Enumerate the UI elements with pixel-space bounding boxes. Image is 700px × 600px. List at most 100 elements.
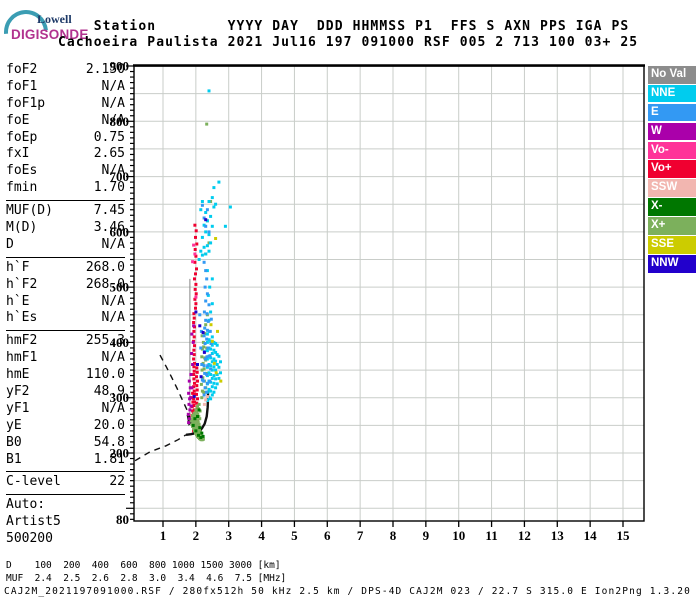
echo-point-nne: [204, 211, 208, 214]
echo-point-vo+: [193, 344, 196, 348]
echo-point-nne: [204, 252, 208, 256]
echo-point-vo+: [194, 282, 198, 286]
echo-point-sse: [219, 379, 223, 383]
echo-point-e: [198, 313, 202, 317]
echo-point-nne: [209, 347, 213, 351]
parameter-label: C-level: [6, 474, 61, 490]
echo-point-sse: [214, 371, 218, 375]
parameter-row-hf2: h`F2 268.0: [6, 277, 125, 294]
parameter-label: h`F2: [6, 276, 38, 292]
parameter-label: D: [6, 236, 14, 252]
echo-point-e: [203, 342, 207, 345]
x-tick-label: 2: [193, 528, 200, 543]
echo-point-x-: [193, 417, 197, 421]
parameter-row-fof2: foF2 2.150: [6, 62, 125, 79]
parameter-label: foF2: [6, 62, 38, 77]
station-header: Station YYYY DAY DDD HHMMSS P1 FFS S AXN…: [58, 19, 638, 50]
echo-point-x+: [202, 367, 206, 371]
echo-point-w: [191, 363, 195, 366]
echo-point-x+: [202, 345, 206, 349]
x-tick-label: 3: [225, 528, 232, 543]
echo-point-nne: [208, 285, 212, 289]
echo-point-vo+: [192, 373, 196, 376]
echo-point-e: [205, 373, 209, 376]
parameter-row-hmf2: hmF2 255.3: [6, 333, 125, 350]
echo-point-nne: [212, 381, 216, 385]
legend-item-x-: X-: [648, 198, 696, 216]
station-header-columns: Station YYYY DAY DDD HHMMSS P1 FFS S AXN…: [58, 19, 630, 34]
ionogram-plot: 900800700600500400300200801 2 3 4 5 6 7 8 9 10 11 1…: [110, 59, 645, 543]
echo-point-x-: [200, 431, 204, 435]
parameter-row-hf: h`F 268.0: [6, 260, 125, 277]
section-divider: [6, 471, 125, 473]
echo-point-e: [208, 379, 212, 383]
echo-point-x+: [201, 437, 205, 441]
muf-row: MUF 2.4 2.5 2.6 2.8 3.0 3.4 4.6 7.5 [MHz…: [6, 572, 287, 584]
echo-point-e: [208, 354, 212, 358]
echo-point-w: [189, 373, 193, 376]
echo-point-sse: [210, 339, 214, 343]
parameter-row-fof1p: foF1p N/A: [6, 96, 125, 113]
echo-point-x-: [194, 429, 198, 433]
echo-point-nne: [210, 385, 214, 389]
echo-point-w: [189, 404, 193, 408]
echo-point-sse: [216, 329, 219, 333]
parameter-row-he: h`E N/A: [6, 294, 125, 311]
x-tick-label: 1: [160, 528, 167, 543]
parameter-row-d: D N/A: [6, 237, 125, 254]
echo-point-vo+: [194, 292, 198, 296]
echo-point-e: [202, 310, 206, 314]
echo-point-vo+: [193, 248, 197, 251]
echo-point-e: [203, 326, 207, 330]
echo-point-x-: [198, 426, 202, 430]
echo-point-nne: [223, 224, 227, 228]
echo-point-e: [204, 269, 208, 273]
echo-point-e: [200, 363, 204, 366]
echo-point-nne: [217, 180, 221, 184]
echo-point-nne: [205, 244, 209, 248]
parameter-row-foes: foEs N/A: [6, 163, 125, 180]
echo-point-e: [205, 292, 209, 296]
echo-point-nnw: [194, 310, 198, 314]
echo-point-nne: [212, 205, 216, 209]
echo-point-e: [206, 319, 210, 323]
parameter-label: MUF(D): [6, 203, 53, 219]
y-tick-label: 900: [110, 59, 129, 74]
echo-point-x+: [205, 122, 209, 126]
x-tick-label: 6: [324, 528, 331, 543]
y-tick-label: 300: [110, 390, 129, 405]
echo-point-vo+: [194, 235, 197, 239]
section-divider: [6, 200, 125, 202]
echo-point-e: [203, 386, 207, 390]
transmission-curve-lower: [134, 434, 187, 462]
echo-point-e: [202, 334, 206, 338]
echo-point-vo+: [192, 357, 196, 361]
parameter-label: fxI: [6, 146, 30, 162]
echo-point-nnw: [196, 363, 199, 366]
echo-point-w: [187, 391, 191, 395]
echo-point-x+: [199, 382, 203, 386]
x-tick-label: 5: [291, 528, 298, 543]
echo-point-nne: [215, 363, 219, 366]
echo-point-e: [207, 230, 211, 234]
x-tick-label: 13: [551, 528, 565, 543]
echo-point-nne: [204, 230, 208, 234]
y-tick-label: 200: [110, 446, 129, 461]
echo-point-nne: [212, 390, 216, 394]
parameter-label: yF1: [6, 400, 30, 416]
echo-point-vo-: [193, 252, 197, 256]
echo-point-vo+: [194, 229, 198, 233]
parameter-label: foF1p: [6, 95, 46, 111]
parameter-label: h`F: [6, 259, 30, 275]
y-tick-label: 400: [110, 335, 129, 350]
x-tick-label: 15: [616, 528, 630, 543]
echo-point-e: [205, 312, 209, 316]
legend-item-nne: NNE: [648, 84, 696, 103]
echo-point-vo-: [194, 295, 198, 299]
echo-point-vo+: [192, 377, 196, 381]
echo-point-e: [199, 346, 203, 350]
parameter-row-b1: B1 1.81: [6, 452, 125, 469]
echo-point-ssw: [204, 398, 208, 402]
echo-point-nne: [215, 382, 219, 386]
echo-point-nnw: [204, 218, 208, 222]
